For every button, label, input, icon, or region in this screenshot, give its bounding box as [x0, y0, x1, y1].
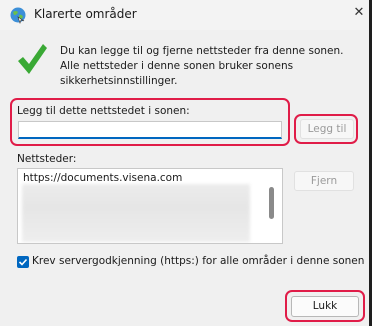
close-window-button[interactable]: ✕ — [351, 4, 367, 22]
zone-description: Du kan legge til og fjerne nettsteder fr… — [60, 45, 344, 87]
redacted-list-items — [22, 184, 250, 242]
sites-list[interactable]: https://documents.visena.com — [17, 168, 283, 244]
remove-site-button[interactable]: Fjern — [294, 171, 354, 191]
internet-options-icon — [9, 6, 27, 24]
list-item[interactable]: https://documents.visena.com — [23, 172, 182, 184]
window-title: Klarerte områder — [34, 7, 137, 21]
close-button[interactable]: Lukk — [291, 296, 359, 317]
checkmark-small-icon — [18, 258, 28, 266]
title-bar: Klarerte områder ✕ — [0, 0, 369, 30]
require-https-label: Krev servergodkjenning (https:) for alle… — [32, 255, 365, 267]
add-site-input[interactable] — [18, 121, 282, 139]
checkmark-icon — [16, 42, 48, 76]
add-site-label: Legg til dette nettstedet i sonen: — [17, 105, 190, 117]
add-site-button[interactable]: Legg til — [300, 119, 354, 139]
trusted-sites-dialog: Klarerte områder ✕ Du kan legge til og f… — [0, 0, 372, 326]
sites-list-label: Nettsteder: — [17, 153, 77, 165]
require-https-checkbox[interactable] — [17, 256, 29, 268]
list-scrollbar-thumb[interactable] — [269, 187, 274, 219]
